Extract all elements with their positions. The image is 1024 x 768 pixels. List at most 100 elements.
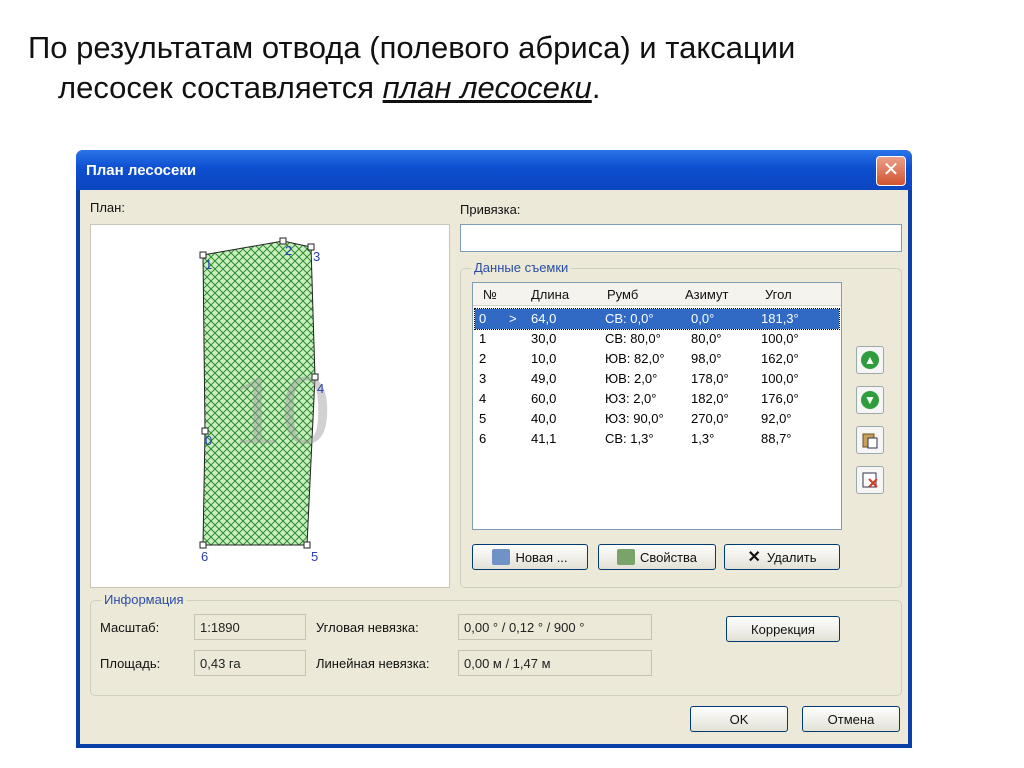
area-label: Площадь: xyxy=(100,656,161,671)
linear-misclosure-value: 0,00 м / 1,47 м xyxy=(458,650,652,676)
cancel-button[interactable]: Отмена xyxy=(802,706,900,732)
info-group-title: Информация xyxy=(101,592,187,607)
paste-row-button[interactable] xyxy=(856,426,884,454)
cell-length: 10,0 xyxy=(531,351,557,366)
vertex-marker[interactable] xyxy=(199,541,207,549)
new-row-label: Новая ... xyxy=(515,549,568,565)
dialog-window: План лесосеки ✕ План: 10 0 1 2 3 4 5 6 П… xyxy=(76,150,912,748)
scale-label: Масштаб: xyxy=(100,620,160,635)
cell-n: 5 xyxy=(479,411,487,426)
heading-emphasis: план лесосеки xyxy=(382,70,592,105)
cell-rhumb: ЮВ: 82,0° xyxy=(605,351,665,366)
survey-group-title: Данные съемки xyxy=(471,260,572,275)
cell-n: 1 xyxy=(479,331,487,346)
delete-row-side-button[interactable] xyxy=(856,466,884,494)
cell-rhumb: ЮЗ: 2,0° xyxy=(605,391,657,406)
linear-misclosure-label: Линейная невязка: xyxy=(316,656,430,671)
table-row[interactable]: 2 10,0 ЮВ: 82,0° 98,0° 162,0° xyxy=(475,349,839,369)
heading-period: . xyxy=(591,70,601,105)
cell-marker: > xyxy=(509,311,517,326)
column-header-number[interactable]: № xyxy=(483,287,497,302)
slide-heading: По результатам отвода (полевого абриса) … xyxy=(28,28,1008,108)
column-header-angle[interactable]: Угол xyxy=(765,287,792,302)
arrow-down-icon: ▼ xyxy=(861,391,879,409)
cell-rhumb: ЮВ: 2,0° xyxy=(605,371,658,386)
table-row[interactable]: 5 40,0 ЮЗ: 90,0° 270,0° 92,0° xyxy=(475,409,839,429)
cell-n: 3 xyxy=(479,371,487,386)
new-row-button[interactable]: Новая ... xyxy=(472,544,588,570)
table-row[interactable]: 4 60,0 ЮЗ: 2,0° 182,0° 176,0° xyxy=(475,389,839,409)
table-row[interactable]: 0 >64,0 СВ: 0,0° 0,0° 181,3° xyxy=(474,308,840,330)
cell-length: 49,0 xyxy=(531,371,557,386)
survey-table[interactable]: № Длина Румб Азимут Угол 0 >64,0 СВ: 0,0° 0… xyxy=(472,282,842,530)
plot-drawing: 10 0 1 2 3 4 5 6 xyxy=(199,237,331,564)
delete-x-icon: ✕ xyxy=(747,549,761,566)
table-header: № Длина Румб Азимут Угол xyxy=(473,283,841,306)
properties-button[interactable]: Свойства xyxy=(598,544,716,570)
table-row[interactable]: 3 49,0 ЮВ: 2,0° 178,0° 100,0° xyxy=(475,369,839,389)
cell-rhumb: СВ: 1,3° xyxy=(605,431,654,446)
dialog-title: План лесосеки xyxy=(86,162,197,179)
cell-azimuth: 270,0° xyxy=(691,411,729,426)
dialog-titlebar[interactable]: План лесосеки ✕ xyxy=(76,150,912,190)
cell-rhumb: СВ: 0,0° xyxy=(605,311,654,326)
move-up-button[interactable]: ▲ xyxy=(856,346,884,374)
vertex-marker[interactable] xyxy=(303,541,311,549)
cell-n: 0 xyxy=(479,311,487,326)
cell-length: 41,1 xyxy=(531,431,557,446)
cell-n: 4 xyxy=(479,391,487,406)
cell-angle: 88,7° xyxy=(761,431,792,446)
cell-angle: 100,0° xyxy=(761,371,799,386)
cell-azimuth: 178,0° xyxy=(691,371,729,386)
ok-button[interactable]: OK xyxy=(690,706,788,732)
vertex-label: 5 xyxy=(311,549,318,564)
vertex-label: 4 xyxy=(317,381,324,396)
binding-input[interactable] xyxy=(460,224,902,252)
paste-icon xyxy=(862,433,878,449)
vertex-label: 1 xyxy=(205,257,212,272)
cell-n: 2 xyxy=(479,351,487,366)
cell-azimuth: 80,0° xyxy=(691,331,722,346)
column-header-rhumb[interactable]: Румб xyxy=(607,287,638,302)
move-down-button[interactable]: ▼ xyxy=(856,386,884,414)
table-row[interactable]: 1 30,0 СВ: 80,0° 80,0° 100,0° xyxy=(475,329,839,349)
arrow-up-icon: ▲ xyxy=(861,351,879,369)
vertex-label: 0 xyxy=(205,433,212,448)
binding-label: Привязка: xyxy=(460,202,521,217)
close-button[interactable]: ✕ xyxy=(876,156,906,186)
cell-azimuth: 98,0° xyxy=(691,351,722,366)
area-value: 0,43 га xyxy=(194,650,306,676)
vertex-label: 6 xyxy=(201,549,208,564)
plot-watermark: 10 xyxy=(231,354,331,465)
cell-angle: 176,0° xyxy=(761,391,799,406)
cell-rhumb: ЮЗ: 90,0° xyxy=(605,411,664,426)
cell-n: 6 xyxy=(479,431,487,446)
column-header-azimuth[interactable]: Азимут xyxy=(685,287,728,302)
cell-angle: 100,0° xyxy=(761,331,799,346)
vertex-marker[interactable] xyxy=(311,373,319,381)
table-row[interactable]: 6 41,1 СВ: 1,3° 1,3° 88,7° xyxy=(475,429,839,449)
cell-rhumb: СВ: 80,0° xyxy=(605,331,661,346)
column-header-length[interactable]: Длина xyxy=(531,287,569,302)
cell-angle: 162,0° xyxy=(761,351,799,366)
correction-button[interactable]: Коррекция xyxy=(726,616,840,642)
vertex-label: 3 xyxy=(313,249,320,264)
cell-azimuth: 1,3° xyxy=(691,431,715,446)
delete-button[interactable]: ✕ Удалить xyxy=(724,544,840,570)
plan-canvas[interactable]: 10 0 1 2 3 4 5 6 xyxy=(90,224,450,588)
cell-azimuth: 0,0° xyxy=(691,311,715,326)
cell-length: 30,0 xyxy=(531,331,557,346)
angular-misclosure-label: Угловая невязка: xyxy=(316,620,419,635)
vertex-label: 2 xyxy=(285,243,292,258)
properties-label: Свойства xyxy=(639,549,698,565)
heading-line-2-text: лесосек составляется xyxy=(58,70,383,105)
cell-length: 60,0 xyxy=(531,391,557,406)
scale-value: 1:1890 xyxy=(194,614,306,640)
cell-length: 40,0 xyxy=(531,411,557,426)
delete-row-icon xyxy=(862,472,878,488)
cell-angle: 92,0° xyxy=(761,411,792,426)
heading-line-2: лесосек составляется план лесосеки. xyxy=(28,68,1008,108)
delete-label: Удалить xyxy=(766,549,817,565)
cell-azimuth: 182,0° xyxy=(691,391,729,406)
cell-length: 64,0 xyxy=(531,311,557,326)
